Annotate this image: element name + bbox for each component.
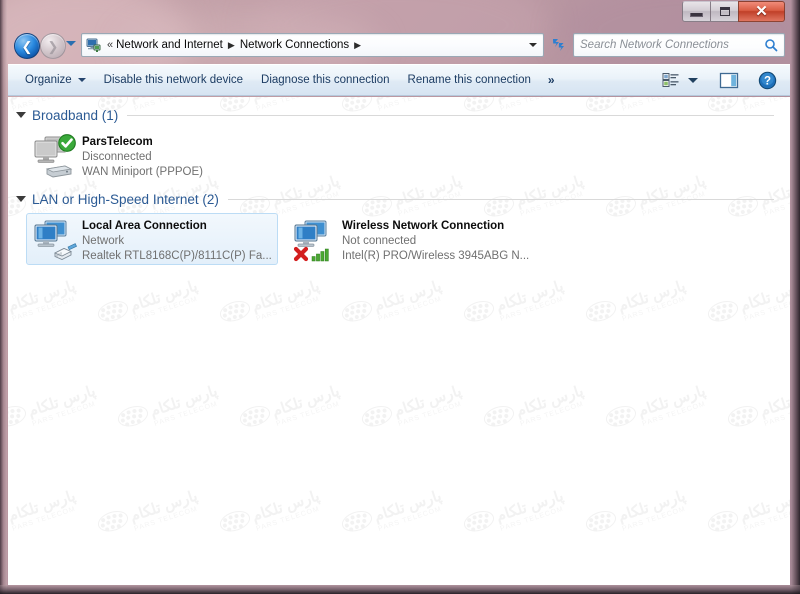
view-list-icon (662, 73, 679, 87)
svg-text:?: ? (763, 75, 770, 87)
connections-list-view[interactable]: پارس تلکامPARS TELECOMپارس تلکامPARS TEL… (8, 97, 790, 585)
window-border-bottom[interactable] (0, 585, 800, 594)
breadcrumb-item-network-connections[interactable]: Network Connections (240, 39, 349, 51)
address-bar[interactable]: « Network and Internet ▶ Network Connect… (81, 33, 544, 57)
connection-name: Local Area Connection (82, 220, 207, 232)
connection-device: WAN Miniport (PPPOE) (82, 166, 203, 178)
collapse-triangle-icon[interactable] (16, 196, 26, 202)
breadcrumb-separator-icon: ▶ (227, 39, 235, 50)
disable-network-device-button[interactable]: Disable this network device (95, 68, 252, 92)
preview-pane-icon (719, 72, 739, 88)
help-button[interactable]: ? (754, 68, 780, 92)
maximize-button[interactable] (710, 1, 739, 22)
change-view-button[interactable] (658, 68, 684, 92)
minimize-button[interactable] (682, 1, 711, 22)
title-bar: ✕ (7, 0, 791, 28)
maximize-icon (719, 7, 730, 16)
window-border-right[interactable] (791, 0, 800, 594)
connection-device: Realtek RTL8168C(P)/8111C(P) Fa... (82, 250, 272, 262)
connection-name: ParsTelecom (82, 136, 153, 148)
wireless-connection-icon (291, 217, 339, 263)
connections-groups: Broadband (1) ParsTelecom Disconnected W… (8, 97, 790, 585)
toolbar-overflow-button[interactable]: » (540, 73, 562, 87)
help-icon: ? (758, 71, 776, 89)
connection-status: Network (82, 235, 125, 247)
connection-item-local-area-connection[interactable]: Local Area Connection Network Realtek RT… (26, 213, 278, 265)
window-border-left (0, 0, 7, 594)
search-icon (765, 39, 778, 52)
recent-pages-button[interactable] (66, 41, 77, 50)
group-divider (127, 114, 774, 116)
refresh-button[interactable] (547, 33, 569, 57)
connection-text: Local Area Connection Network Realtek RT… (82, 217, 273, 264)
disconnected-broadband-icon (31, 133, 79, 179)
connection-text: Wireless Network Connection Not connecte… (342, 217, 543, 264)
close-icon: ✕ (755, 3, 768, 20)
breadcrumb-item-network-and-internet[interactable]: Network and Internet (116, 39, 223, 51)
breadcrumb-separator-trailing-icon[interactable]: ▶ (354, 40, 361, 51)
back-arrow-icon: ❮ (21, 38, 33, 54)
command-toolbar: Organize Disable this network device Dia… (8, 64, 790, 96)
refresh-icon (553, 39, 564, 51)
address-dropdown-button[interactable] (524, 34, 541, 56)
forward-arrow-icon: ❯ (47, 38, 59, 54)
forward-button[interactable]: ❯ (40, 33, 66, 59)
toolbar-item-label: Diagnose this connection (261, 74, 390, 86)
minimize-icon (690, 13, 703, 17)
search-input[interactable]: Search Network Connections (580, 39, 764, 51)
toolbar-item-label: Rename this connection (407, 74, 531, 86)
network-folder-icon (85, 37, 102, 54)
organize-label: Organize (25, 74, 72, 86)
collapse-triangle-icon[interactable] (16, 112, 26, 118)
chevron-down-icon (66, 41, 76, 46)
address-bar-row: ❮ ❯ « Network and Internet ▶ Network Con… (7, 30, 791, 62)
breadcrumb-overflow-icon[interactable]: « (107, 39, 113, 51)
chevron-down-icon (528, 43, 537, 47)
search-box[interactable]: Search Network Connections (573, 33, 785, 57)
connection-status: Not connected (342, 235, 417, 247)
connection-item-wireless-network-connection[interactable]: Wireless Network Connection Not connecte… (286, 213, 548, 265)
chevron-down-icon (77, 78, 86, 82)
group-label: Broadband (1) (32, 107, 119, 123)
explorer-window: ✕ ❮ ❯ « Network and Internet ▶ Network C… (0, 0, 800, 594)
lan-connection-icon (31, 217, 79, 263)
window-controls: ✕ (682, 1, 785, 22)
view-dropdown-button[interactable] (684, 68, 702, 92)
preview-pane-button[interactable] (716, 68, 742, 92)
group-header-broadband[interactable]: Broadband (1) (16, 105, 780, 125)
group-divider (227, 198, 774, 200)
organize-button[interactable]: Organize (16, 68, 95, 92)
connection-name: Wireless Network Connection (342, 220, 505, 232)
chevron-down-icon (688, 77, 698, 83)
toolbar-item-label: Disable this network device (103, 74, 244, 86)
connection-status: Disconnected (82, 151, 152, 163)
connection-text: ParsTelecom Disconnected WAN Miniport (P… (82, 133, 273, 180)
connection-item-parstelecom[interactable]: ParsTelecom Disconnected WAN Miniport (P… (26, 129, 278, 181)
group-label: LAN or High-Speed Internet (2) (32, 191, 219, 207)
back-button[interactable]: ❮ (14, 33, 40, 59)
diagnose-connection-button[interactable]: Diagnose this connection (252, 68, 399, 92)
connection-device: Intel(R) PRO/Wireless 3945ABG N... (342, 250, 530, 262)
group-header-lan[interactable]: LAN or High-Speed Internet (2) (16, 189, 780, 209)
close-button[interactable]: ✕ (738, 1, 785, 22)
rename-connection-button[interactable]: Rename this connection (399, 68, 540, 92)
toolbar-right-group: ? (658, 68, 790, 92)
